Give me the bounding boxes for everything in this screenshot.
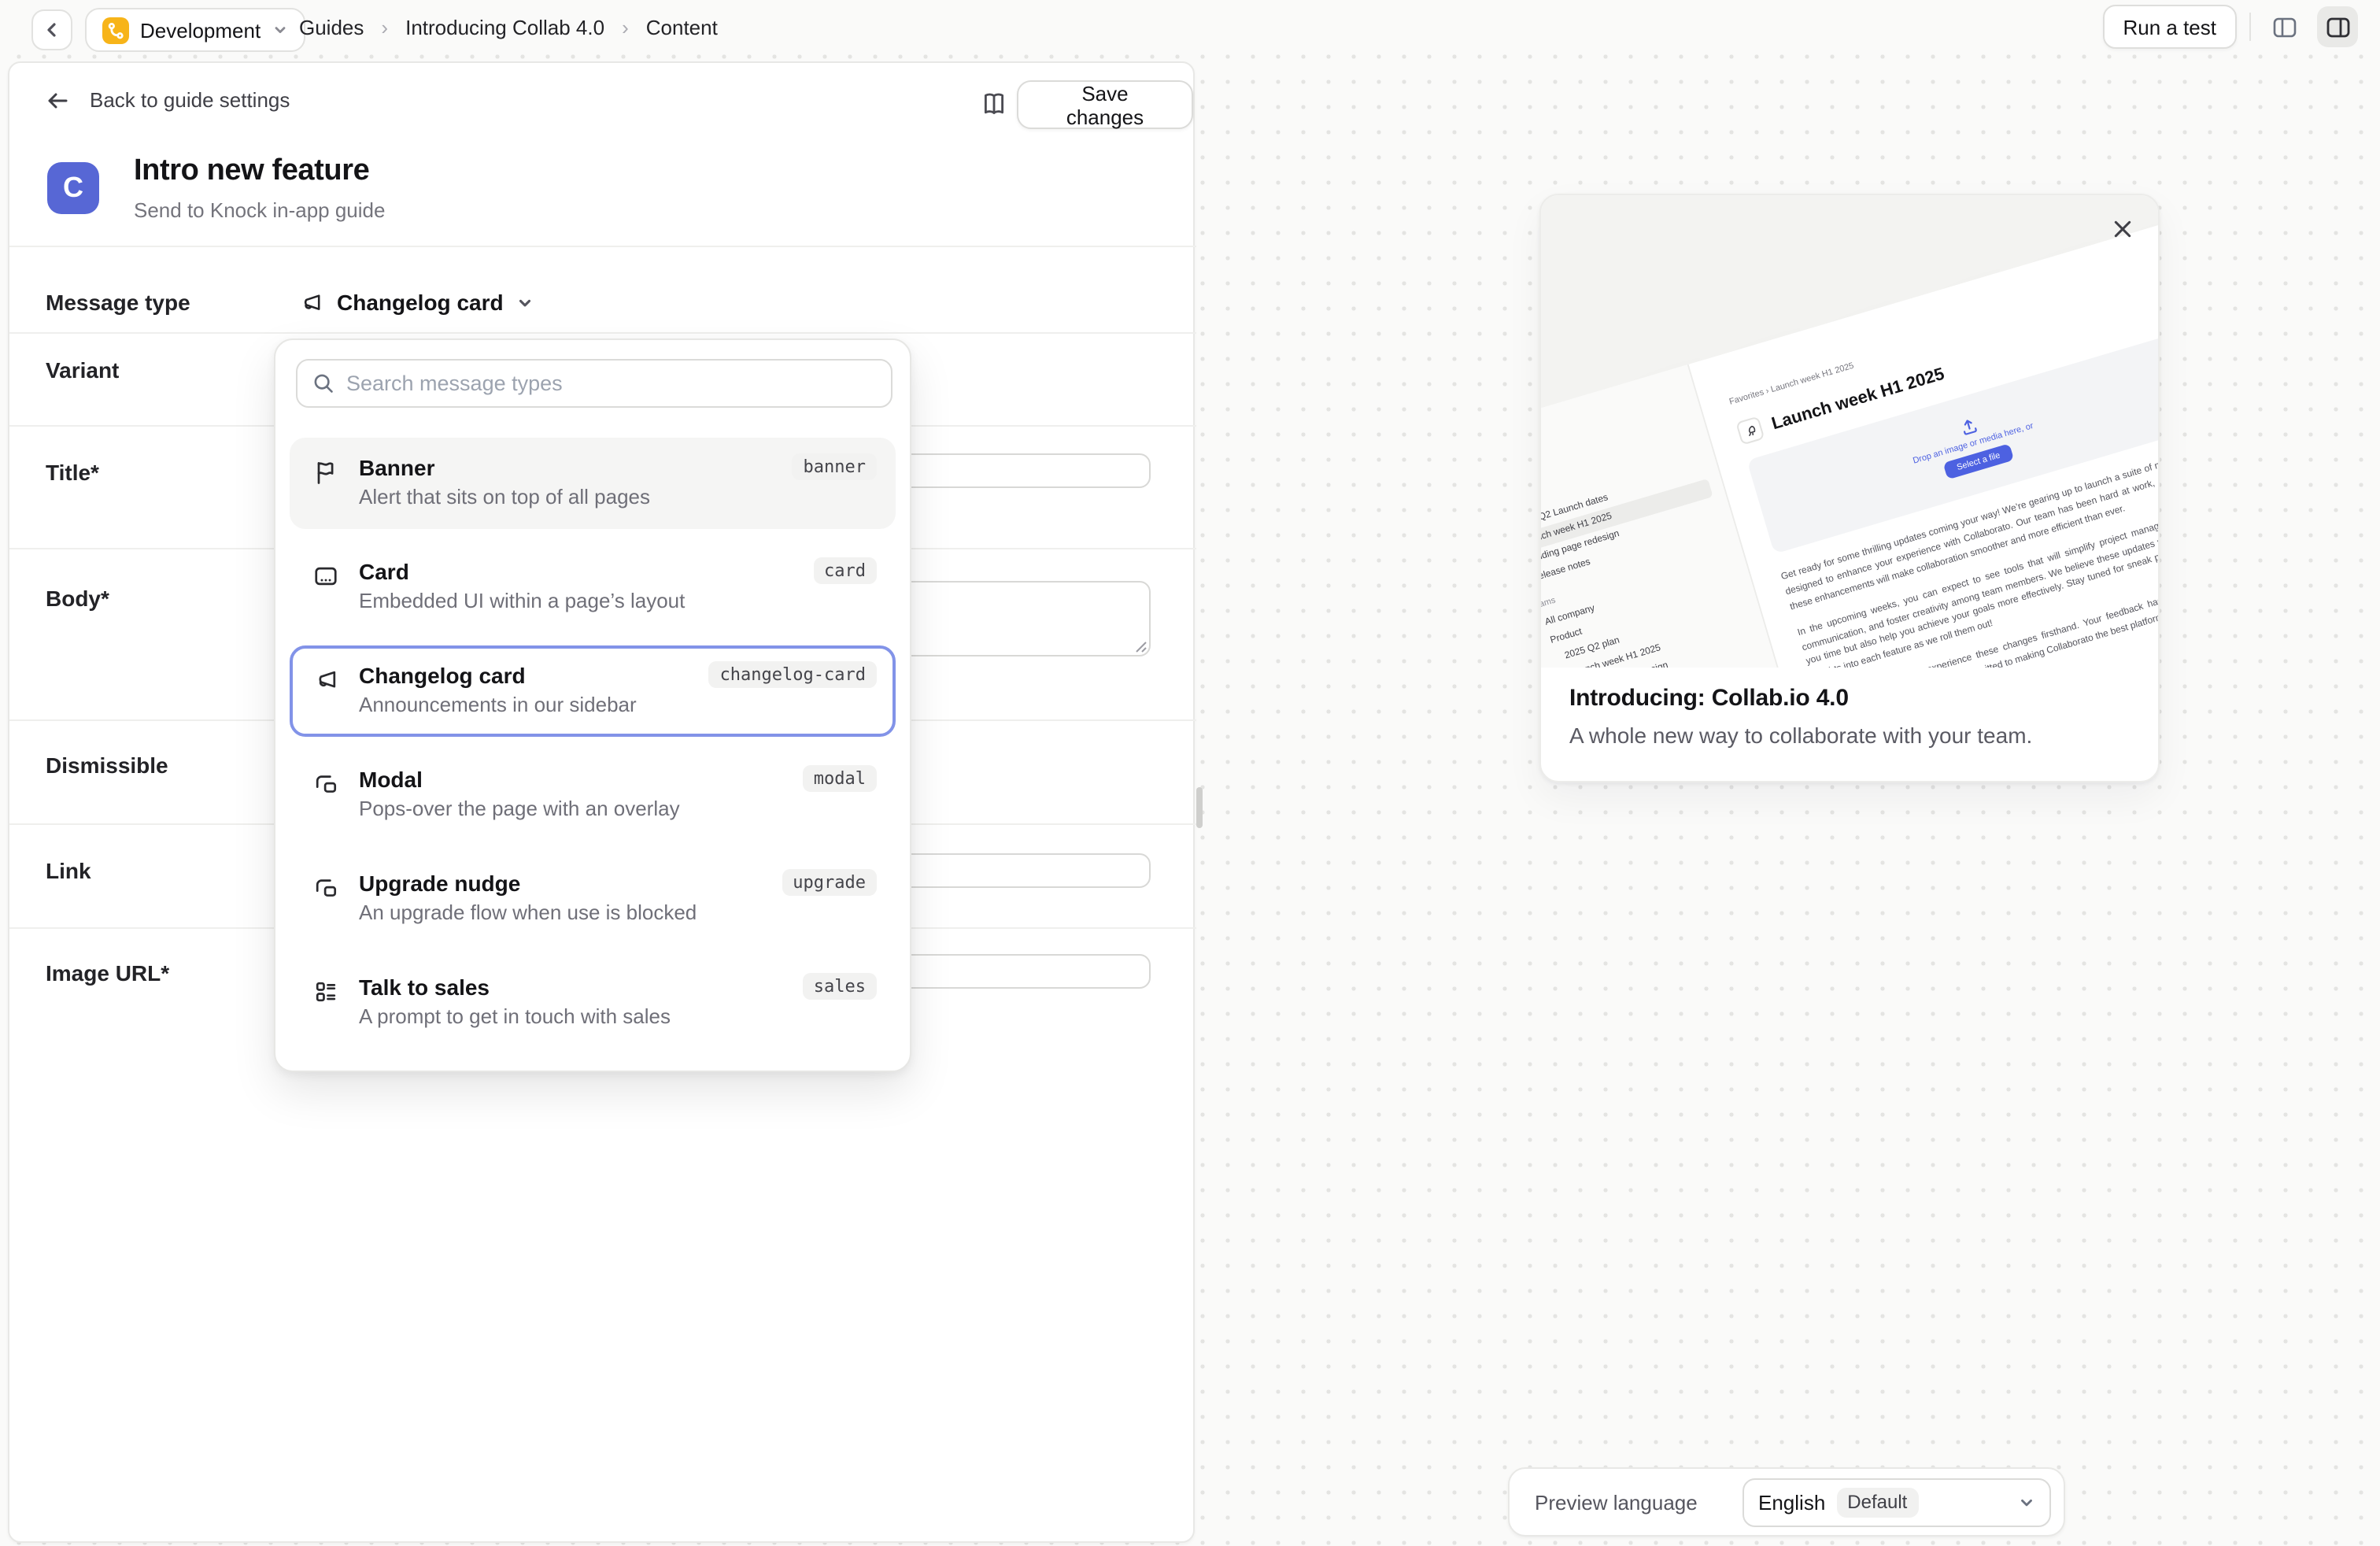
message-type-option-talk-to-sales[interactable]: Talk to sales sales A prompt to get in t…	[290, 957, 896, 1049]
card-icon	[312, 562, 340, 590]
mock-main: Favorites › Launch week H1 2025 Launch w…	[1689, 221, 2158, 668]
topbar-divider	[2249, 13, 2251, 41]
megaphone-icon	[312, 666, 340, 694]
option-badge: sales	[803, 973, 877, 1000]
variant-label: Variant	[46, 357, 119, 383]
breadcrumb-guide-name[interactable]: Introducing Collab 4.0	[405, 15, 604, 39]
history-back-button[interactable]	[31, 9, 72, 50]
page-title: Intro new feature	[134, 154, 369, 189]
option-name: Changelog card	[359, 662, 709, 687]
panel-left-icon	[2271, 13, 2297, 40]
back-to-guide-settings-link[interactable]: Back to guide settings	[46, 88, 290, 112]
option-badge: modal	[803, 765, 877, 792]
option-name: Modal	[359, 766, 803, 791]
option-badge: upgrade	[782, 869, 877, 896]
message-type-option-banner[interactable]: Banner banner Alert that sits on top of …	[290, 438, 896, 529]
row-divider	[9, 332, 1196, 334]
page-subtitle: Send to Knock in-app guide	[134, 198, 385, 222]
message-type-label: Message type	[46, 290, 190, 315]
chevron-down-icon	[272, 22, 287, 38]
title-label: Title*	[46, 460, 99, 485]
upgrade-window-icon	[312, 874, 340, 902]
chevron-down-icon	[516, 294, 534, 311]
option-description: An upgrade flow when use is blocked	[359, 901, 877, 924]
message-type-select[interactable]: Changelog card	[298, 283, 534, 321]
preview-screenshot: Collab.io Home Inbox Favorites 2025 Q2 L…	[1541, 195, 2158, 668]
message-type-option-changelog-card[interactable]: Changelog card changelog-card Announceme…	[290, 645, 896, 737]
option-description: Announcements in our sidebar	[359, 693, 877, 716]
option-badge: banner	[793, 453, 878, 480]
message-type-option-modal[interactable]: Modal modal Pops-over the page with an o…	[290, 749, 896, 841]
preview-heading: Introducing: Collab.io 4.0	[1569, 685, 1849, 712]
option-description: A prompt to get in touch with sales	[359, 1004, 877, 1028]
image-url-label: Image URL*	[46, 960, 169, 986]
option-name: Banner	[359, 454, 793, 479]
language-value: English	[1758, 1490, 1825, 1514]
preview-language-select[interactable]: English Default	[1743, 1478, 2051, 1526]
breadcrumb: Guides › Introducing Collab 4.0 › Conten…	[299, 0, 718, 54]
option-name: Talk to sales	[359, 974, 803, 999]
run-a-test-button[interactable]: Run a test	[2102, 5, 2237, 49]
environment-switcher[interactable]: Development	[85, 8, 305, 52]
mock-rocket-icon	[1735, 416, 1765, 445]
message-type-list: Banner banner Alert that sits on top of …	[290, 438, 896, 1049]
dropdown-search	[296, 359, 893, 408]
list-icon	[312, 978, 340, 1006]
toggle-left-panel-button[interactable]	[2264, 6, 2304, 47]
option-name: Card	[359, 558, 813, 583]
preview-image-area: Collab.io Home Inbox Favorites 2025 Q2 L…	[1541, 195, 2158, 668]
preview-language-bar: Preview language English Default	[1508, 1467, 2065, 1537]
breadcrumb-separator: ›	[381, 15, 388, 39]
dismissible-label: Dismissible	[46, 753, 168, 778]
guide-preview-card: Collab.io Home Inbox Favorites 2025 Q2 L…	[1539, 194, 2160, 782]
option-description: Alert that sits on top of all pages	[359, 485, 877, 509]
row-divider	[9, 246, 1196, 247]
environment-branch-icon	[102, 17, 129, 43]
option-description: Pops-over the page with an overlay	[359, 797, 877, 820]
toggle-right-panel-button[interactable]	[2317, 6, 2358, 47]
upload-icon	[1957, 416, 1979, 438]
preview-language-label: Preview language	[1535, 1490, 1743, 1514]
message-type-dropdown: Banner banner Alert that sits on top of …	[274, 338, 911, 1072]
top-bar: Development Guides › Introducing Collab …	[0, 0, 2380, 54]
search-icon	[312, 372, 335, 395]
option-name: Upgrade nudge	[359, 870, 782, 895]
message-type-option-card[interactable]: Card card Embedded UI within a page’s la…	[290, 542, 896, 633]
topbar-actions: Run a test	[2102, 0, 2358, 54]
arrow-left-icon	[46, 89, 69, 111]
docs-button[interactable]	[973, 83, 1014, 124]
book-icon	[978, 90, 1008, 118]
preview-body-text: A whole new way to collaborate with your…	[1569, 723, 2032, 748]
option-badge: card	[813, 557, 877, 584]
guide-avatar: C	[47, 162, 99, 214]
preview-close-button[interactable]	[2105, 211, 2139, 246]
message-type-option-upgrade-nudge[interactable]: Upgrade nudge upgrade An upgrade flow wh…	[290, 853, 896, 945]
search-message-types-input[interactable]	[296, 359, 893, 408]
chevron-down-icon	[2018, 1493, 2035, 1511]
message-type-value: Changelog card	[337, 290, 504, 315]
app-root: Development Guides › Introducing Collab …	[0, 0, 2380, 1546]
option-badge: changelog-card	[709, 661, 877, 688]
breadcrumb-guides[interactable]: Guides	[299, 15, 364, 39]
close-icon	[2112, 218, 2132, 239]
chevron-left-icon	[42, 20, 61, 39]
flag-icon	[312, 458, 340, 486]
breadcrumb-content[interactable]: Content	[646, 15, 718, 39]
panel-resize-handle[interactable]	[1196, 787, 1203, 828]
body-label: Body*	[46, 586, 109, 611]
breadcrumb-separator: ›	[622, 15, 629, 39]
save-changes-button[interactable]: Save changes	[1017, 80, 1193, 129]
environment-label: Development	[140, 18, 261, 42]
link-label: Link	[46, 858, 91, 883]
panel-right-icon	[2324, 13, 2351, 40]
megaphone-icon	[298, 289, 324, 316]
option-description: Embedded UI within a page’s layout	[359, 589, 877, 612]
modal-icon	[312, 770, 340, 798]
language-variant-badge: Default	[1836, 1487, 1918, 1517]
